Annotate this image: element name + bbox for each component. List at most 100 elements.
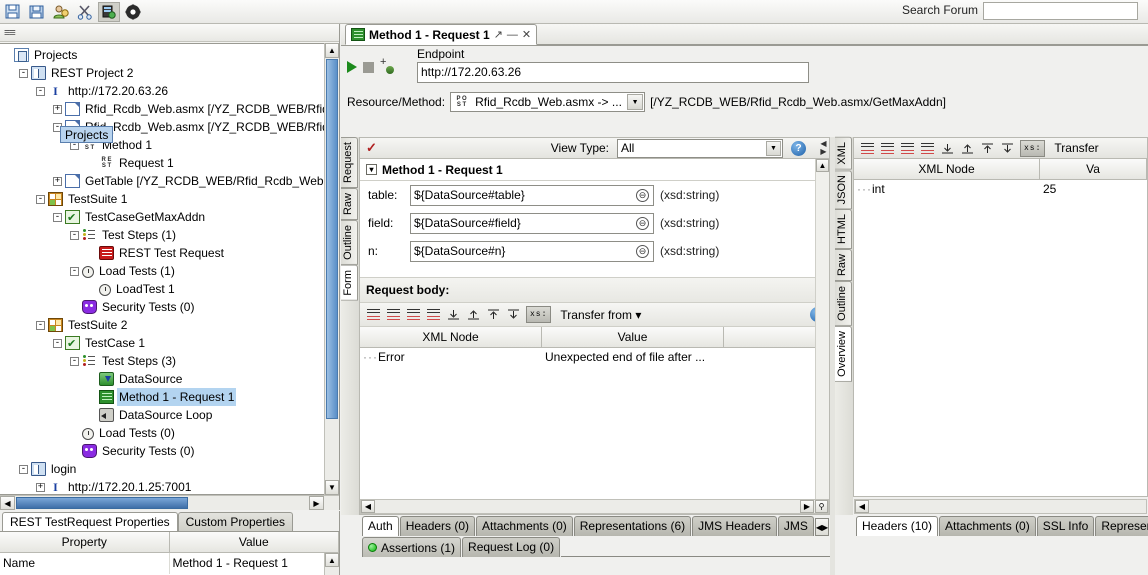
- tree-item[interactable]: - Load Tests (1): [0, 262, 339, 280]
- tree-item[interactable]: + GetTable [/YZ_RCDB_WEB/Rfid_Rcdb_Web.: [0, 172, 339, 190]
- align-right-icon[interactable]: [880, 141, 895, 156]
- scroll-up-arrow[interactable]: ▲: [816, 159, 829, 172]
- tree-item[interactable]: Projects: [0, 46, 339, 64]
- minimize-icon[interactable]: —: [507, 29, 518, 41]
- response-view-tabs[interactable]: XML JSON HTML Raw Outline Overview: [835, 137, 853, 515]
- expand-toggle-icon[interactable]: +: [53, 176, 62, 186]
- navigator-vertical-scrollbar[interactable]: ▲ ▼: [324, 43, 339, 495]
- tree-item[interactable]: - Test Steps (1): [0, 226, 339, 244]
- tree-item[interactable]: DataSource Loop: [0, 406, 339, 424]
- scroll-right-arrow[interactable]: ▶: [309, 496, 324, 510]
- response-horizontal-scrollbar[interactable]: ◀: [854, 499, 1147, 514]
- scroll-right-arrow[interactable]: ▶: [800, 500, 814, 513]
- stop-icon[interactable]: [363, 61, 374, 73]
- tree-item[interactable]: - TestSuite 2: [0, 316, 339, 334]
- move-up-icon[interactable]: [960, 141, 975, 156]
- tree-item[interactable]: + Ihttp://172.20.1.25:7001: [0, 478, 339, 494]
- collapse-toggle-icon[interactable]: -: [70, 356, 79, 366]
- align-left-icon[interactable]: [366, 307, 381, 322]
- collapse-toggle-icon[interactable]: -: [19, 464, 28, 474]
- save-project-icon[interactable]: [26, 2, 48, 22]
- tree-item[interactable]: Security Tests (0): [0, 442, 339, 460]
- properties-tab[interactable]: REST TestRequest Properties: [2, 512, 178, 531]
- transfer-from-dropdown[interactable]: Transfer from ▾: [560, 308, 641, 322]
- tab-scroll-buttons[interactable]: ◀ ▶: [814, 518, 830, 536]
- tree-item[interactable]: - Rfid_Rcdb_Web.asmx [/YZ_RCDB_WEB/Rfid: [0, 118, 339, 136]
- tree-item[interactable]: - Ihttp://172.20.63.26: [0, 82, 339, 100]
- move-bottom-icon[interactable]: [506, 307, 521, 322]
- tree-item[interactable]: - Test Steps (3): [0, 352, 339, 370]
- resource-method-select[interactable]: P OS T Rfid_Rcdb_Web.asmx -> ... ▼: [450, 92, 646, 112]
- view-tab-overview[interactable]: Overview: [835, 325, 852, 382]
- bottom-tab-jms[interactable]: JMS: [777, 516, 814, 536]
- clear-icon[interactable]: ⊖: [636, 216, 649, 230]
- view-tab-request[interactable]: Request: [341, 137, 358, 188]
- tree-item[interactable]: R ES T Request 1: [0, 154, 339, 172]
- view-tab-json[interactable]: JSON: [835, 169, 852, 209]
- move-top-icon[interactable]: [486, 307, 501, 322]
- move-down-icon[interactable]: [940, 141, 955, 156]
- property-value-cell[interactable]: Method 1 - Request 1: [170, 553, 339, 574]
- align-center-icon[interactable]: [900, 141, 915, 156]
- align-justify-icon[interactable]: [920, 141, 935, 156]
- view-tab-xml[interactable]: XML: [835, 137, 852, 170]
- tree-item[interactable]: Method 1 - Request 1: [0, 388, 339, 406]
- collapse-toggle-icon[interactable]: -: [19, 68, 28, 78]
- scroll-right-arrow[interactable]: ▶: [822, 523, 828, 532]
- view-tab-form[interactable]: Form: [341, 264, 358, 301]
- tree-item[interactable]: DataSource: [0, 370, 339, 388]
- navigator-horizontal-scrollbar[interactable]: ◀ ▶: [0, 495, 339, 510]
- bottom-tab-jms-headers[interactable]: JMS Headers: [692, 516, 777, 536]
- align-justify-icon[interactable]: [426, 307, 441, 322]
- field-input-field[interactable]: ${DataSource#field} ⊖: [410, 212, 654, 234]
- table-row[interactable]: ···int 25: [854, 180, 1147, 200]
- scroll-down-arrow[interactable]: ▼: [325, 480, 339, 495]
- help-icon[interactable]: ?: [791, 140, 806, 156]
- cut-icon[interactable]: [74, 2, 96, 22]
- add-endpoint-icon[interactable]: [380, 56, 394, 74]
- bottom-tab-request-log-0[interactable]: Request Log (0): [462, 537, 561, 557]
- clear-icon[interactable]: ⊖: [636, 188, 649, 202]
- expand-toggle-icon[interactable]: +: [36, 482, 45, 492]
- chevron-down-icon[interactable]: ▾: [366, 164, 377, 175]
- view-tab-outline[interactable]: Outline: [341, 220, 358, 265]
- editor-tab-method1-request1[interactable]: Method 1 - Request 1 ↗ — ✕: [345, 24, 538, 45]
- move-bottom-icon[interactable]: [1000, 141, 1015, 156]
- view-tab-raw[interactable]: Raw: [835, 248, 852, 281]
- bottom-tab-headers-0[interactable]: Headers (0): [399, 516, 476, 536]
- tree-item[interactable]: - login: [0, 460, 339, 478]
- save-all-icon[interactable]: [2, 2, 24, 22]
- clear-icon[interactable]: ⊖: [636, 244, 649, 258]
- tree-item[interactable]: Load Tests (0): [0, 424, 339, 442]
- search-forum-input[interactable]: [983, 2, 1138, 20]
- view-type-select[interactable]: All ▼: [617, 138, 783, 158]
- close-icon[interactable]: ✕: [522, 28, 531, 41]
- align-right-icon[interactable]: [386, 307, 401, 322]
- field-input-table[interactable]: ${DataSource#table} ⊖: [410, 184, 654, 206]
- help-icon[interactable]: [122, 2, 144, 22]
- move-down-icon[interactable]: [446, 307, 461, 322]
- tab-scroll-arrows[interactable]: ◀ ▶: [818, 140, 829, 156]
- collapse-toggle-icon[interactable]: -: [36, 86, 45, 96]
- properties-tabs[interactable]: REST TestRequest Properties Custom Proper…: [0, 511, 339, 531]
- view-tab-outline[interactable]: Outline: [835, 280, 852, 326]
- tree-item[interactable]: Security Tests (0): [0, 298, 339, 316]
- tree-item[interactable]: - TestCase 1: [0, 334, 339, 353]
- move-top-icon[interactable]: [980, 141, 995, 156]
- bottom-tab-representa[interactable]: Representa: [1095, 516, 1148, 536]
- expand-toggle-icon[interactable]: +: [53, 104, 62, 114]
- collapse-toggle-icon[interactable]: -: [70, 266, 79, 276]
- collapse-all-icon[interactable]: ≡≡: [4, 27, 16, 39]
- collapse-toggle-icon[interactable]: -: [36, 320, 45, 330]
- field-input-n[interactable]: ${DataSource#n} ⊖: [410, 240, 654, 262]
- tree-item[interactable]: - TestCaseGetMaxAddn: [0, 208, 339, 227]
- table-row[interactable]: ···Error Unexpected end of file after ..…: [360, 348, 829, 368]
- collapse-toggle-icon[interactable]: -: [36, 194, 45, 204]
- tree-item[interactable]: REST Test Request: [0, 244, 339, 262]
- align-center-icon[interactable]: [406, 307, 421, 322]
- bottom-tab-ssl-info[interactable]: SSL Info: [1036, 516, 1095, 536]
- table-row[interactable]: Name Method 1 - Request 1: [0, 553, 339, 574]
- xs-button[interactable]: xs:: [1020, 139, 1046, 157]
- tree-item[interactable]: + Rfid_Rcdb_Web.asmx [/YZ_RCDB_WEB/Rfid: [0, 100, 339, 118]
- detach-icon[interactable]: ↗: [494, 28, 503, 41]
